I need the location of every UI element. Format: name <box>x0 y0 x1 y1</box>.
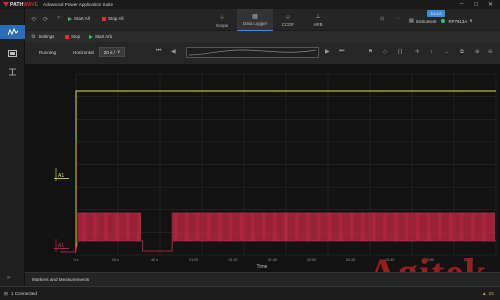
logo-text-main: PATH <box>10 1 24 8</box>
current-marker[interactable]: A1 <box>54 239 69 252</box>
tab-ccdf-label: CCDF <box>281 21 295 27</box>
logo-mark-icon <box>3 2 9 7</box>
x-tick-label: 40 s <box>151 258 158 262</box>
stop-icon <box>102 16 106 21</box>
x-tick-label: 01:20 <box>229 258 238 262</box>
tab-data-logger-label: Data Logger <box>242 21 268 26</box>
start-arb-label: Start Arb <box>95 34 113 39</box>
x-tick-label: 02:00 <box>307 258 316 262</box>
play-icon <box>68 16 72 21</box>
markers-panel[interactable]: Markers and Measurements <box>25 272 500 286</box>
gear-icon: ⚙ <box>31 33 36 40</box>
instrument-icon: ▤ <box>409 18 414 24</box>
stop-button[interactable]: Stop <box>65 34 80 39</box>
start-all-label: Start All <box>74 16 90 21</box>
x-tick-label: 02:20 <box>346 258 355 262</box>
revision-badge: 3.2.2.0 <box>427 10 445 17</box>
chevron-down-icon: ∨ <box>469 18 473 24</box>
stop-label: Stop <box>71 34 81 39</box>
zoom-out-icon[interactable]: ⊖ <box>488 49 493 55</box>
stop-all-label: Stop All <box>108 16 124 21</box>
settings-label: Settings <box>38 34 55 39</box>
data-logger-icon: ▦ <box>252 14 258 20</box>
tab-arb-label: ARB <box>313 21 323 27</box>
x-tick-label: 20 s <box>112 258 119 262</box>
data-logger-plot[interactable]: 0 s 20 s 40 s 01:00 01:20 01:40 02:00 02:20 02:4… <box>25 64 500 272</box>
rail-readback-icon[interactable] <box>0 65 25 79</box>
close-icon[interactable]: ✕ <box>488 1 493 8</box>
instrument-selector[interactable]: ▤ Instrument RP7913A ∨ <box>409 18 473 24</box>
more-icon[interactable]: ⋯ <box>395 16 400 22</box>
chevron-down-icon: ∨ <box>116 49 121 54</box>
x-tick-label: 01:00 <box>189 258 198 262</box>
status-bar: ⊟ 1 Connected ▲ 33 <box>0 286 500 300</box>
diamond-marker-icon[interactable]: ◇ <box>383 49 387 55</box>
tab-scope[interactable]: ⏆ Scope <box>207 9 237 31</box>
arb-icon: ⟂ <box>315 13 320 20</box>
connection-status: ⊟ 1 Connected <box>4 291 37 296</box>
instrument-label: Instrument <box>415 18 437 24</box>
acquisition-bar: Running Horizontal 20 s / ∨ ⏮ ◀ ▶ ⏭ ⚑ ◇ … <box>25 42 500 64</box>
main-toolbar: ⟲ ⟳ ? Start All Stop All ⏆ Scope ▦ Data … <box>25 9 500 31</box>
scope-icon: ⏆ <box>218 15 225 22</box>
warning-count[interactable]: ▲ 33 <box>482 291 494 296</box>
minimize-icon[interactable]: – <box>460 1 463 7</box>
zoom-in-icon[interactable]: ⊕ <box>475 49 480 55</box>
layout-icon[interactable]: ⊟ <box>380 16 384 22</box>
tab-data-logger[interactable]: ▦ Data Logger <box>237 9 273 31</box>
x-tick-label: 01:40 <box>268 258 277 262</box>
connected-status-icon <box>441 19 446 23</box>
next-icon[interactable]: ▶ <box>325 48 330 55</box>
settings-button[interactable]: ⚙ Settings <box>31 34 54 40</box>
first-page-icon[interactable]: ⏮ <box>156 48 161 55</box>
tab-arb[interactable]: ⟂ ARB <box>303 9 333 31</box>
markers-panel-label: Markers and Measurements <box>32 277 90 282</box>
maximize-icon[interactable]: ☐ <box>474 2 478 8</box>
expand-rail-icon[interactable]: » <box>7 275 10 281</box>
plot-svg: 0 s 20 s 40 s 01:00 01:20 01:40 02:00 02:20 02:4… <box>54 73 497 270</box>
zoom-box-icon[interactable]: ⧉ <box>460 49 464 56</box>
x-tick-label: 0 s <box>74 258 79 262</box>
bracket-icon[interactable]: ⁅⁆ <box>398 49 402 55</box>
horizontal-cursor-icon[interactable]: ↔ <box>444 49 450 55</box>
help-icon[interactable]: ? <box>57 16 60 22</box>
horizontal-scale-select[interactable]: 20 s / ∨ <box>99 47 125 57</box>
title-bar: PATHWAVE Advanced Power Application Suit… <box>0 0 500 9</box>
current-trace <box>60 140 496 253</box>
x-axis-label: Time <box>257 264 268 270</box>
logo-text-accent: WAVE <box>23 1 39 8</box>
datalogger-subtoolbar: ⚙ Settings Stop Start Arb <box>25 31 500 42</box>
stop-icon <box>65 34 69 39</box>
ccdf-icon: ⊹ <box>285 14 291 21</box>
tab-ccdf[interactable]: ⊹ CCDF <box>273 9 303 31</box>
tab-scope-label: Scope <box>215 22 229 28</box>
stop-all-button[interactable]: Stop All <box>102 16 124 21</box>
network-icon: ⊟ <box>4 291 8 296</box>
previous-icon[interactable]: ◀ <box>171 48 176 55</box>
undo-icon[interactable]: ⟲ <box>31 16 36 23</box>
start-arb-button[interactable]: Start Arb <box>89 34 112 39</box>
instrument-name: RP7913A <box>448 18 468 24</box>
vertical-cursor-icon[interactable]: ↕ <box>430 49 433 55</box>
marker-flag-icon[interactable]: ⚑ <box>368 49 373 55</box>
rail-waveform-icon[interactable] <box>0 25 25 39</box>
waveform-overview[interactable] <box>186 47 319 58</box>
redo-icon[interactable]: ⟳ <box>43 16 48 23</box>
play-icon <box>89 34 93 39</box>
plot-traces <box>60 90 496 253</box>
bell-icon: ▲ <box>482 291 487 296</box>
acquisition-status: Running <box>39 50 57 55</box>
app-title: Advanced Power Application Suite <box>43 2 114 7</box>
app-logo: PATHWAVE <box>3 2 38 8</box>
rail-instrument-icon[interactable] <box>0 46 25 60</box>
left-rail: » <box>0 9 25 291</box>
last-page-icon[interactable]: ⏭ <box>339 48 344 55</box>
start-all-button[interactable]: Start All <box>68 16 90 21</box>
crosshair-icon[interactable]: ✛ <box>415 49 420 55</box>
horizontal-label: Horizontal <box>73 50 94 55</box>
voltage-marker[interactable]: A1 <box>54 168 70 182</box>
